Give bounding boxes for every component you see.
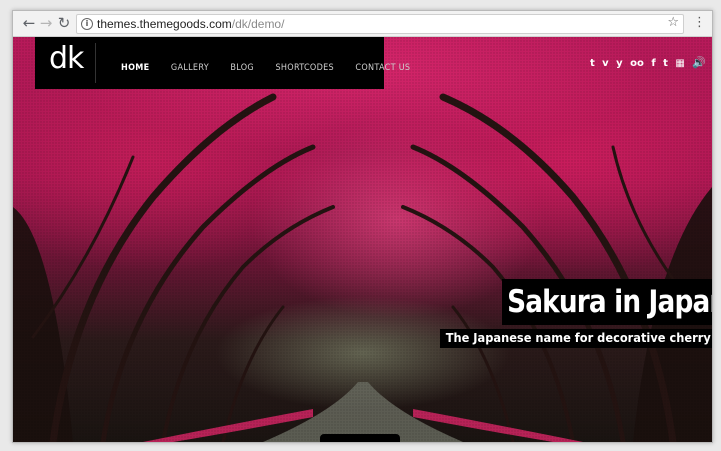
nav-home[interactable]: HOME — [121, 63, 149, 73]
site-logo[interactable]: dk — [49, 41, 84, 76]
vimeo-icon[interactable]: v — [602, 58, 609, 69]
hero-title: Sakura in Japan — [502, 279, 712, 325]
url-text[interactable]: themes.themegoods.com/dk/demo/ — [97, 17, 284, 31]
hero-subtitle: The Japanese name for decorative cherry … — [440, 329, 712, 348]
main-nav: HOME GALLERY BLOG SHORTCODES CONTACT US — [121, 57, 427, 75]
logo-divider — [95, 43, 96, 83]
nav-blog[interactable]: BLOG — [230, 63, 254, 73]
bookmark-star-icon[interactable]: ☆ — [667, 15, 679, 30]
facebook-icon[interactable]: f — [651, 58, 655, 69]
url-path: /dk/demo/ — [231, 17, 285, 31]
hero-viewport: dk HOME GALLERY BLOG SHORTCODES CONTACT … — [13, 37, 712, 442]
grid-icon[interactable]: ▦ — [675, 58, 684, 69]
reload-icon[interactable]: ↻ — [54, 13, 74, 33]
info-icon[interactable]: i — [81, 18, 93, 30]
nav-contact-us[interactable]: CONTACT US — [355, 63, 410, 73]
address-bar[interactable]: i themes.themegoods.com/dk/demo/ ☆ — [76, 14, 684, 34]
flickr-icon[interactable]: oo — [630, 58, 644, 69]
nav-shortcodes[interactable]: SHORTCODES — [275, 63, 334, 73]
youtube-icon[interactable]: y — [616, 58, 623, 69]
kebab-menu-icon[interactable]: ⋮ — [693, 14, 706, 32]
url-host: themes.themegoods.com — [97, 17, 232, 31]
twitter-icon[interactable]: t — [663, 58, 668, 69]
hero-background-image — [13, 37, 712, 442]
sound-icon[interactable]: 🔊 — [692, 56, 706, 69]
slider-toggle-tab[interactable] — [320, 434, 400, 442]
site-header: dk HOME GALLERY BLOG SHORTCODES CONTACT … — [35, 37, 410, 89]
browser-window: ← → ↻ i themes.themegoods.com/dk/demo/ ☆… — [12, 10, 713, 443]
browser-toolbar: ← → ↻ i themes.themegoods.com/dk/demo/ ☆… — [13, 11, 712, 37]
nav-gallery[interactable]: GALLERY — [171, 63, 209, 73]
forward-arrow-icon[interactable]: → — [36, 13, 56, 33]
tumblr-icon[interactable]: t — [590, 58, 595, 69]
social-icons: t v y oo f t ▦ 🔊 — [587, 53, 706, 71]
